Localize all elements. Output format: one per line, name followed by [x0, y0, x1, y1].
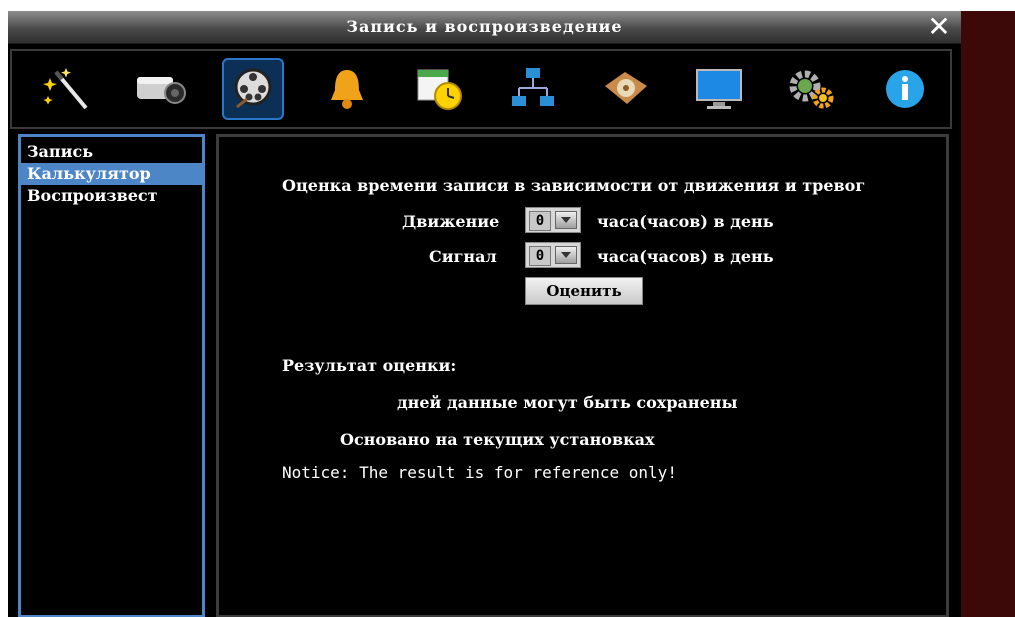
- calculator-heading: Оценка времени записи в зависимости от д…: [282, 176, 866, 195]
- calculator-panel: Оценка времени записи в зависимости от д…: [216, 134, 949, 617]
- based-on-text: Основано на текущих установках: [340, 430, 655, 449]
- wizard-icon[interactable]: [36, 58, 98, 120]
- result-days-text: дней данные могут быть сохранены: [397, 393, 738, 412]
- display-icon[interactable]: [688, 58, 750, 120]
- info-icon[interactable]: [874, 58, 936, 120]
- close-button[interactable]: ✕: [925, 13, 953, 41]
- chevron-down-icon[interactable]: [555, 246, 577, 264]
- window-title: Запись и воспроизведение: [346, 17, 623, 36]
- sidebar: Запись Калькулятор Воспроизвест: [18, 134, 205, 617]
- alarm-hours-value: 0: [529, 246, 551, 266]
- sidebar-item-playback[interactable]: Воспроизвест: [21, 185, 202, 207]
- network-icon[interactable]: [502, 58, 564, 120]
- alarm-unit-label: часа(часов) в день: [597, 247, 774, 266]
- alarm-bell-icon[interactable]: [316, 58, 378, 120]
- chevron-down-icon[interactable]: [555, 211, 577, 229]
- settings-icon[interactable]: [781, 58, 843, 120]
- record-playback-icon[interactable]: [222, 58, 284, 120]
- title-bar: Запись и воспроизведение ✕: [8, 11, 961, 44]
- sidebar-item-record[interactable]: Запись: [21, 141, 202, 163]
- alarm-hours-select[interactable]: 0: [525, 242, 581, 268]
- dialog-window: Запись и воспроизведение ✕ Запись Кальку…: [8, 11, 961, 617]
- result-label: Результат оценки:: [282, 356, 457, 375]
- main-toolbar: [10, 49, 952, 129]
- schedule-icon[interactable]: [409, 58, 471, 120]
- disk-icon[interactable]: [595, 58, 657, 120]
- notice-text: Notice: The result is for reference only…: [282, 463, 677, 482]
- camera-icon[interactable]: [129, 58, 191, 120]
- estimate-button[interactable]: Оценить: [525, 277, 643, 305]
- motion-unit-label: часа(часов) в день: [597, 212, 774, 231]
- motion-hours-select[interactable]: 0: [525, 207, 581, 233]
- sidebar-item-calculator[interactable]: Калькулятор: [21, 163, 202, 185]
- motion-hours-value: 0: [529, 211, 551, 231]
- background-strip: [961, 11, 1015, 617]
- motion-label: Движение: [402, 212, 500, 231]
- alarm-label: Сигнал: [429, 247, 497, 266]
